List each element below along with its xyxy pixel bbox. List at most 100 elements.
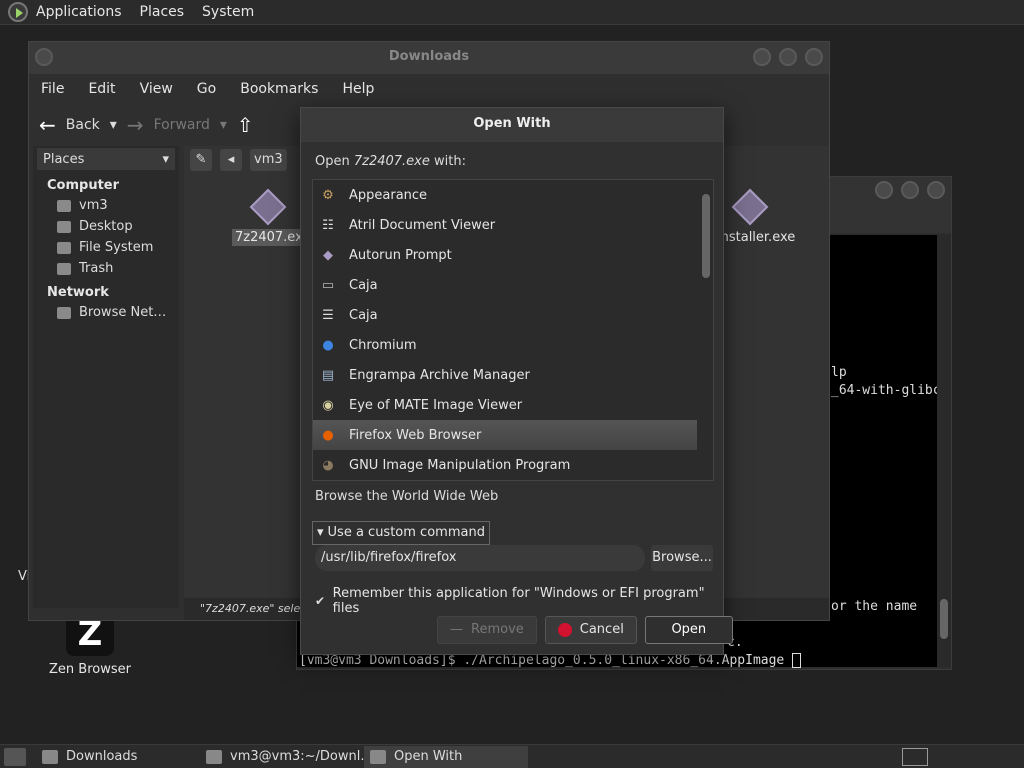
sidebar-heading-computer: Computer: [47, 178, 120, 193]
forward-dropdown-icon[interactable]: ▾: [220, 117, 227, 133]
edit-location-icon[interactable]: ✎: [190, 149, 212, 171]
header-prefix: Open: [315, 154, 354, 169]
remove-label: Remove: [471, 622, 524, 637]
engrampa-icon: ▤: [321, 367, 335, 383]
list-scrollbar[interactable]: [701, 182, 711, 478]
window-title[interactable]: Downloads: [29, 42, 829, 74]
sidebar-item-trash[interactable]: Trash: [33, 258, 179, 279]
app-list-item[interactable]: ☰ Caja: [313, 300, 697, 330]
menu-bookmarks[interactable]: Bookmarks: [240, 81, 318, 97]
scrollbar-thumb[interactable]: [702, 194, 710, 278]
back-button[interactable]: Back: [66, 117, 100, 133]
terminal-prompt: [vm3@vm3 Downloads]$ ./Archipelago_0.5.0…: [299, 653, 802, 668]
open-label: Open: [671, 622, 707, 637]
forward-button[interactable]: Forward: [154, 117, 210, 133]
menu-applications[interactable]: Applications: [36, 4, 122, 20]
header-filename: 7z2407.exe: [353, 154, 430, 169]
open-with-dialog: Open With Open 7z2407.exe with: ⚙ Appeara…: [300, 107, 733, 655]
menu-system[interactable]: System: [202, 4, 254, 20]
maximize-button[interactable]: [779, 48, 797, 66]
remember-checkbox[interactable]: ✔ Remember this application for "Windows…: [315, 586, 723, 616]
window-menu-button[interactable]: [35, 48, 53, 66]
browse-button[interactable]: Browse...: [651, 545, 713, 571]
sidebar-item-label: File System: [79, 240, 154, 255]
network-icon: [57, 306, 71, 319]
menu-file[interactable]: File: [41, 81, 64, 97]
task-terminal[interactable]: vm3@vm3:~/Downl...: [200, 746, 364, 768]
remember-label: Remember this application for "Windows o…: [332, 586, 705, 616]
custom-command-expander[interactable]: ▾ Use a custom command: [312, 521, 490, 545]
chevron-down-icon: ▾: [162, 151, 169, 167]
open-button[interactable]: Open: [644, 616, 733, 644]
exe-file-icon: [731, 188, 769, 226]
up-arrow-icon[interactable]: ⇧: [237, 113, 254, 137]
file-item[interactable]: 7z2407.exe: [232, 188, 314, 246]
path-back-icon[interactable]: ◂: [220, 149, 242, 171]
drive-icon: [57, 241, 71, 254]
custom-command-input[interactable]: /usr/lib/firefox/firefox: [315, 545, 645, 571]
minimize-button[interactable]: [875, 181, 893, 199]
app-list-item[interactable]: ▭ Caja: [313, 270, 697, 300]
top-panel: Applications Places System: [0, 0, 1024, 25]
sidebar-item-label: Browse Net…: [79, 305, 167, 320]
app-list-item[interactable]: ◕ GNU Image Manipulation Program: [313, 450, 697, 480]
app-list-item[interactable]: ● Firefox Web Browser: [313, 420, 697, 450]
cursor-block: [792, 653, 802, 668]
sidebar-item-vm3[interactable]: vm3: [33, 195, 179, 216]
close-button[interactable]: [805, 48, 823, 66]
show-desktop-button[interactable]: [4, 747, 26, 766]
dialog-title[interactable]: Open With: [301, 108, 723, 142]
desktop-icon-zen-browser[interactable]: Z Zen Browser: [48, 612, 132, 677]
caja-file-icon: ☰: [322, 307, 334, 323]
menu-logo-icon[interactable]: [8, 2, 28, 22]
task-open-with[interactable]: Open With: [364, 745, 528, 768]
menu-help[interactable]: Help: [342, 81, 374, 97]
sidebar-item-browse-network[interactable]: Browse Net…: [33, 302, 179, 323]
task-downloads[interactable]: Downloads: [36, 746, 200, 768]
file-name: installer.exe: [717, 230, 796, 245]
scrollbar-thumb[interactable]: [940, 599, 948, 639]
close-button[interactable]: [927, 181, 945, 199]
back-arrow-icon[interactable]: ←: [39, 113, 56, 137]
autorun-icon: ◆: [323, 247, 333, 263]
menu-view[interactable]: View: [140, 81, 173, 97]
terminal-icon: [206, 749, 222, 764]
forward-arrow-icon[interactable]: →: [127, 113, 144, 137]
places-selector[interactable]: Places ▾: [37, 148, 175, 170]
sidebar-item-label: vm3: [79, 198, 108, 213]
app-list-item[interactable]: ◉ Eye of MATE Image Viewer: [313, 390, 697, 420]
app-list-item[interactable]: ◆ Autorun Prompt: [313, 240, 697, 270]
home-folder-icon: [57, 199, 71, 212]
sidebar-item-label: Trash: [79, 261, 114, 276]
menu-edit[interactable]: Edit: [88, 81, 115, 97]
app-name: Caja: [349, 277, 378, 293]
path-item-vm3[interactable]: vm3: [250, 149, 287, 171]
cancel-button[interactable]: Cancel: [544, 616, 637, 644]
app-name: Engrampa Archive Manager: [349, 367, 530, 383]
terminal-scrollbar[interactable]: [937, 235, 951, 667]
expander-arrow-icon: ▾: [317, 525, 324, 540]
maximize-button[interactable]: [901, 181, 919, 199]
sidebar-item-desktop[interactable]: Desktop: [33, 216, 179, 237]
workspace-switcher[interactable]: [902, 748, 928, 766]
remove-button[interactable]: — Remove: [437, 616, 537, 644]
app-name: Firefox Web Browser: [349, 427, 482, 443]
sidebar-item-file-system[interactable]: File System: [33, 237, 179, 258]
gimp-icon: ◕: [322, 457, 334, 473]
atril-icon: ☷: [322, 217, 334, 233]
back-dropdown-icon[interactable]: ▾: [110, 117, 117, 133]
app-list-item[interactable]: ▤ Engrampa Archive Manager: [313, 360, 697, 390]
bottom-taskbar: Downloads vm3@vm3:~/Downl... Open With: [0, 744, 1024, 768]
menu-places[interactable]: Places: [140, 4, 185, 20]
application-list[interactable]: ⚙ Appearance ☷ Atril Document Viewer ◆ Autoru…: [312, 179, 714, 481]
minimize-button[interactable]: [753, 48, 771, 66]
app-name: Caja: [349, 307, 378, 323]
file-item[interactable]: installer.exe: [714, 188, 795, 245]
app-list-item[interactable]: ☷ Atril Document Viewer: [313, 210, 697, 240]
app-list-item[interactable]: ● Chromium: [313, 330, 697, 360]
app-list-item[interactable]: ⚙ Appearance: [313, 180, 697, 210]
trash-icon: [57, 262, 71, 275]
menu-go[interactable]: Go: [197, 81, 216, 97]
checkmark-icon: ✔: [315, 594, 326, 608]
terminal-command: [vm3@vm3 Downloads]$ ./Archipelago_0.5.0…: [299, 653, 793, 668]
